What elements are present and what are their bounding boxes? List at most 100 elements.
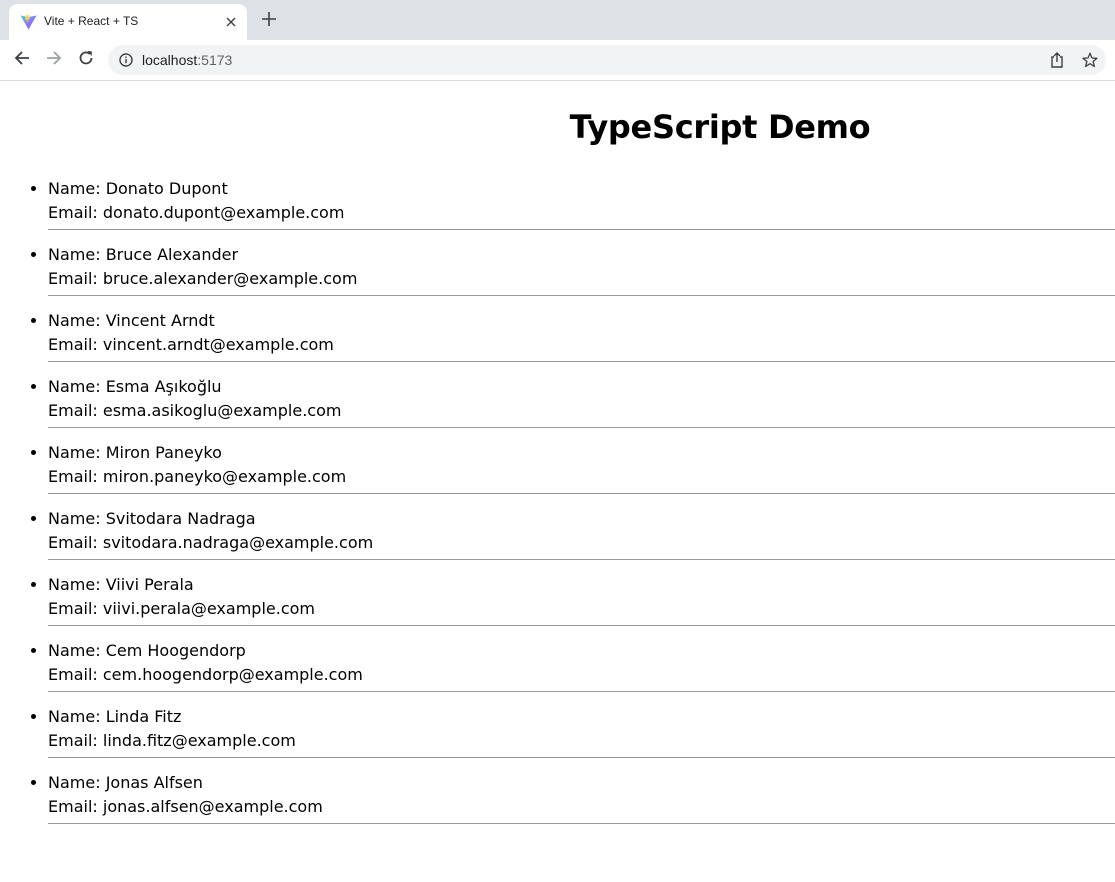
user-name-line: Name: Svitodara Nadraga xyxy=(48,507,1115,531)
name-label: Name: xyxy=(48,311,106,330)
user-email: esma.asikoglu@example.com xyxy=(102,401,342,420)
user-name: Esma Aşıkoğlu xyxy=(105,377,222,396)
email-label: Email: xyxy=(48,599,103,618)
user-name-line: Name: Viivi Perala xyxy=(48,573,1115,597)
user-email-line: Email: svitodara.nadraga@example.com xyxy=(48,531,1115,555)
info-icon[interactable] xyxy=(119,53,133,67)
reload-icon xyxy=(78,50,94,71)
forward-button[interactable] xyxy=(42,48,66,72)
divider xyxy=(48,229,1115,230)
user-email-line: Email: bruce.alexander@example.com xyxy=(48,267,1115,291)
reload-button[interactable] xyxy=(74,48,98,72)
url-port: :5173 xyxy=(197,52,233,68)
user-email: svitodara.nadraga@example.com xyxy=(102,533,374,552)
user-name: Bruce Alexander xyxy=(105,245,239,264)
star-icon[interactable] xyxy=(1081,51,1099,69)
list-item: Name: Bruce AlexanderEmail: bruce.alexan… xyxy=(48,240,1115,306)
vite-favicon-icon xyxy=(20,14,37,30)
divider xyxy=(48,691,1115,692)
name-label: Name: xyxy=(48,773,106,792)
divider xyxy=(48,427,1115,428)
user-name-line: Name: Esma Aşıkoğlu xyxy=(48,375,1115,399)
name-label: Name: xyxy=(48,641,106,660)
name-label: Name: xyxy=(48,179,106,198)
email-label: Email: xyxy=(48,731,103,750)
divider xyxy=(48,295,1115,296)
browser-tab[interactable]: Vite + React + TS xyxy=(9,4,247,40)
user-name: Cem Hoogendorp xyxy=(105,641,246,660)
user-email: bruce.alexander@example.com xyxy=(102,269,358,288)
divider xyxy=(48,757,1115,758)
user-name: Miron Paneyko xyxy=(105,443,222,462)
user-name-line: Name: Vincent Arndt xyxy=(48,309,1115,333)
user-name-line: Name: Linda Fitz xyxy=(48,705,1115,729)
list-item: Name: Vincent ArndtEmail: vincent.arndt@… xyxy=(48,306,1115,372)
page-title: TypeScript Demo xyxy=(569,108,871,146)
user-email-line: Email: miron.paneyko@example.com xyxy=(48,465,1115,489)
email-label: Email: xyxy=(48,335,103,354)
email-label: Email: xyxy=(48,797,103,816)
divider xyxy=(48,823,1115,824)
email-label: Email: xyxy=(48,269,103,288)
user-name: Vincent Arndt xyxy=(105,311,215,330)
new-tab-button[interactable] xyxy=(258,10,280,32)
user-email: jonas.alfsen@example.com xyxy=(102,797,323,816)
user-email-line: Email: linda.fitz@example.com xyxy=(48,729,1115,753)
name-label: Name: xyxy=(48,245,106,264)
plus-icon xyxy=(262,11,276,31)
user-name-line: Name: Cem Hoogendorp xyxy=(48,639,1115,663)
list-item: Name: Linda FitzEmail: linda.fitz@exampl… xyxy=(48,702,1115,768)
email-label: Email: xyxy=(48,401,103,420)
user-name-line: Name: Miron Paneyko xyxy=(48,441,1115,465)
url-host: localhost xyxy=(142,52,198,68)
share-icon[interactable] xyxy=(1048,51,1066,69)
back-arrow-icon xyxy=(14,50,30,71)
user-list: Name: Donato DupontEmail: donato.dupont@… xyxy=(0,174,1115,834)
list-item: Name: Jonas AlfsenEmail: jonas.alfsen@ex… xyxy=(48,768,1115,834)
list-item: Name: Miron PaneykoEmail: miron.paneyko@… xyxy=(48,438,1115,504)
list-item: Name: Svitodara NadragaEmail: svitodara.… xyxy=(48,504,1115,570)
user-name: Donato Dupont xyxy=(105,179,228,198)
user-email-line: Email: donato.dupont@example.com xyxy=(48,201,1115,225)
user-email-line: Email: jonas.alfsen@example.com xyxy=(48,795,1115,819)
user-name: Jonas Alfsen xyxy=(105,773,203,792)
divider xyxy=(48,493,1115,494)
user-name-line: Name: Donato Dupont xyxy=(48,177,1115,201)
user-email: viivi.perala@example.com xyxy=(102,599,315,618)
user-email: donato.dupont@example.com xyxy=(102,203,345,222)
address-bar[interactable]: localhost:5173 xyxy=(108,45,1106,75)
divider xyxy=(48,361,1115,362)
user-name: Svitodara Nadraga xyxy=(105,509,256,528)
email-label: Email: xyxy=(48,665,103,684)
user-email: linda.fitz@example.com xyxy=(102,731,296,750)
list-item: Name: Viivi PeralaEmail: viivi.perala@ex… xyxy=(48,570,1115,636)
user-email: miron.paneyko@example.com xyxy=(102,467,347,486)
user-name-line: Name: Bruce Alexander xyxy=(48,243,1115,267)
list-item: Name: Cem HoogendorpEmail: cem.hoogendor… xyxy=(48,636,1115,702)
user-email-line: Email: viivi.perala@example.com xyxy=(48,597,1115,621)
user-email-line: Email: cem.hoogendorp@example.com xyxy=(48,663,1115,687)
back-button[interactable] xyxy=(10,48,34,72)
name-label: Name: xyxy=(48,575,106,594)
url-text: localhost:5173 xyxy=(142,52,232,68)
user-email-line: Email: esma.asikoglu@example.com xyxy=(48,399,1115,423)
list-item: Name: Donato DupontEmail: donato.dupont@… xyxy=(48,174,1115,240)
name-label: Name: xyxy=(48,377,106,396)
user-email: vincent.arndt@example.com xyxy=(102,335,334,354)
list-item: Name: Esma AşıkoğluEmail: esma.asikoglu@… xyxy=(48,372,1115,438)
divider xyxy=(48,559,1115,560)
page-content: TypeScript Demo Name: Donato DupontEmail… xyxy=(0,82,1115,882)
user-name-line: Name: Jonas Alfsen xyxy=(48,771,1115,795)
user-email: cem.hoogendorp@example.com xyxy=(102,665,363,684)
name-label: Name: xyxy=(48,509,106,528)
name-label: Name: xyxy=(48,707,106,726)
tab-title: Vite + React + TS xyxy=(44,14,139,28)
email-label: Email: xyxy=(48,203,103,222)
close-icon[interactable] xyxy=(223,14,239,30)
email-label: Email: xyxy=(48,533,103,552)
forward-arrow-icon xyxy=(46,50,62,71)
divider xyxy=(48,625,1115,626)
user-email-line: Email: vincent.arndt@example.com xyxy=(48,333,1115,357)
user-name: Viivi Perala xyxy=(105,575,194,594)
browser-toolbar: localhost:5173 xyxy=(0,40,1115,81)
